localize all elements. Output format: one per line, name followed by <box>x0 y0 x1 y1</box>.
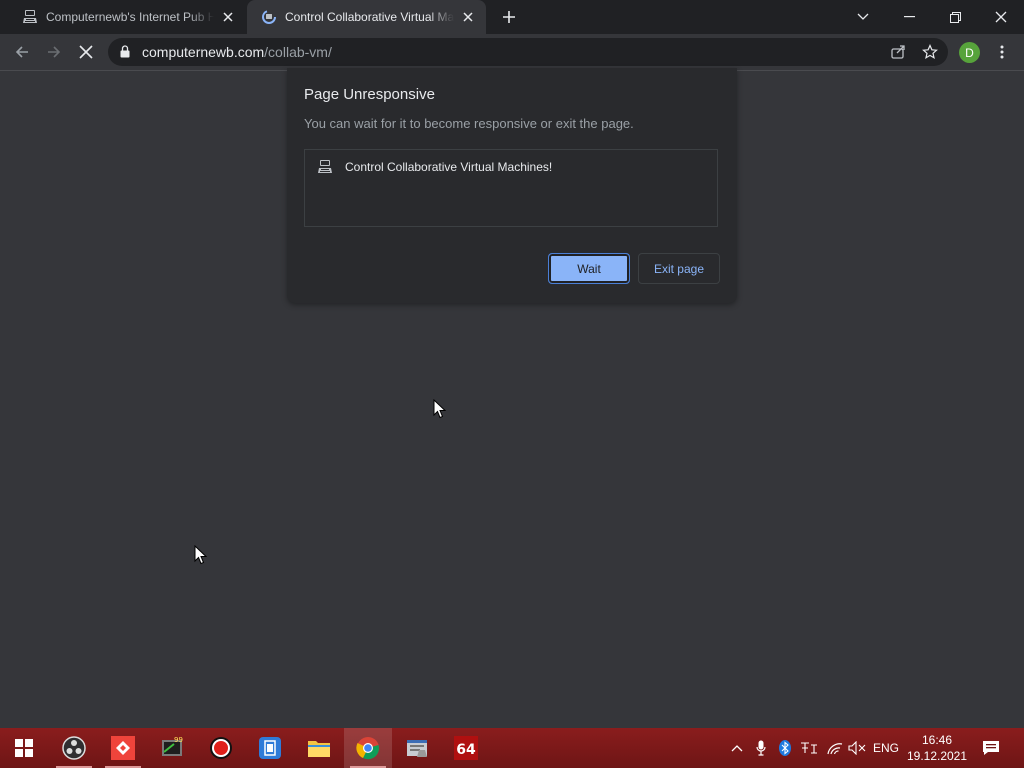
tab-collab-vm[interactable]: Control Collaborative Virtual Machines! <box>247 0 486 34</box>
profile-avatar[interactable]: D <box>959 42 980 63</box>
computernewb-logo-icon <box>317 159 333 175</box>
close-window-button[interactable] <box>978 0 1024 34</box>
restore-button[interactable] <box>932 0 978 34</box>
list-item: Control Collaborative Virtual Machines! <box>317 159 552 175</box>
clock-date: 19.12.2021 <box>906 749 968 763</box>
dialog-title: Page Unresponsive <box>304 86 435 103</box>
page-title: Control Collaborative Virtual Machines! <box>345 160 553 174</box>
dialog-message: You can wait for it to become responsive… <box>304 116 634 131</box>
language-indicator[interactable]: ENG <box>871 728 901 768</box>
lock-icon[interactable] <box>120 45 130 63</box>
record-icon[interactable] <box>197 728 245 768</box>
svg-text:99: 99 <box>174 736 183 744</box>
bluetooth-icon[interactable] <box>775 728 795 768</box>
computernewb-logo-icon <box>22 9 38 25</box>
browser-toolbar: computernewb.com/collab-vm/ D <box>0 34 1024 71</box>
app-window-icon[interactable] <box>393 728 441 768</box>
network-icon[interactable] <box>824 728 846 768</box>
chrome-icon[interactable] <box>344 728 392 768</box>
new-tab-button[interactable] <box>499 7 519 27</box>
notes-app-icon[interactable]: 99 <box>148 728 196 768</box>
more-options-icon[interactable] <box>990 40 1014 64</box>
video-editor-icon[interactable] <box>246 728 294 768</box>
close-tab-icon[interactable] <box>220 9 236 25</box>
volume-muted-icon[interactable] <box>846 728 868 768</box>
close-tab-icon[interactable] <box>460 9 476 25</box>
aida64-label: 64 <box>456 742 476 758</box>
mouse-pointer-icon <box>433 398 447 424</box>
back-button[interactable] <box>10 40 34 64</box>
anydesk-icon[interactable] <box>99 728 147 768</box>
share-icon[interactable] <box>890 44 906 65</box>
mouse-pointer-icon <box>194 544 208 570</box>
microphone-icon[interactable] <box>751 728 771 768</box>
windows-start-icon[interactable] <box>0 728 48 768</box>
file-explorer-icon[interactable] <box>295 728 343 768</box>
url-text: computernewb.com/collab-vm/ <box>142 44 332 60</box>
url-path: /collab-vm/ <box>264 44 332 60</box>
show-hidden-icons-chevron-up-icon[interactable] <box>727 728 747 768</box>
system-clock[interactable]: 16:46 19.12.2021 <box>903 732 971 764</box>
input-method-icon[interactable] <box>798 728 820 768</box>
tab-computernewb-pub-hub[interactable]: Computernewb's Internet Pub Hub <box>8 0 246 34</box>
tab-title: Control Collaborative Virtual Machines! <box>285 10 454 24</box>
wait-button[interactable]: Wait <box>548 253 630 284</box>
address-bar[interactable]: computernewb.com/collab-vm/ <box>108 38 948 66</box>
tab-title: Computernewb's Internet Pub Hub <box>46 10 214 24</box>
url-host: computernewb.com <box>142 44 265 60</box>
loading-spinner-icon <box>261 9 277 25</box>
tab-strip: Computernewb's Internet Pub Hub Control … <box>0 0 1024 34</box>
obs-studio-icon[interactable] <box>50 728 98 768</box>
unresponsive-page-list: Control Collaborative Virtual Machines! <box>304 149 718 227</box>
bookmark-star-icon[interactable] <box>922 44 938 65</box>
tab-search-chevron-down-icon[interactable] <box>840 0 886 34</box>
notifications-icon[interactable] <box>978 728 1004 768</box>
forward-button[interactable] <box>42 40 66 64</box>
minimize-button[interactable] <box>886 0 932 34</box>
stop-loading-button[interactable] <box>74 40 98 64</box>
windows-taskbar: 99 64 ENG 16:46 19.12.2021 <box>0 728 1024 768</box>
exit-page-button[interactable]: Exit page <box>638 253 720 284</box>
aida64-icon[interactable]: 64 <box>442 728 490 768</box>
page-unresponsive-dialog: Page Unresponsive You can wait for it to… <box>287 68 737 303</box>
clock-time: 16:46 <box>921 733 953 747</box>
